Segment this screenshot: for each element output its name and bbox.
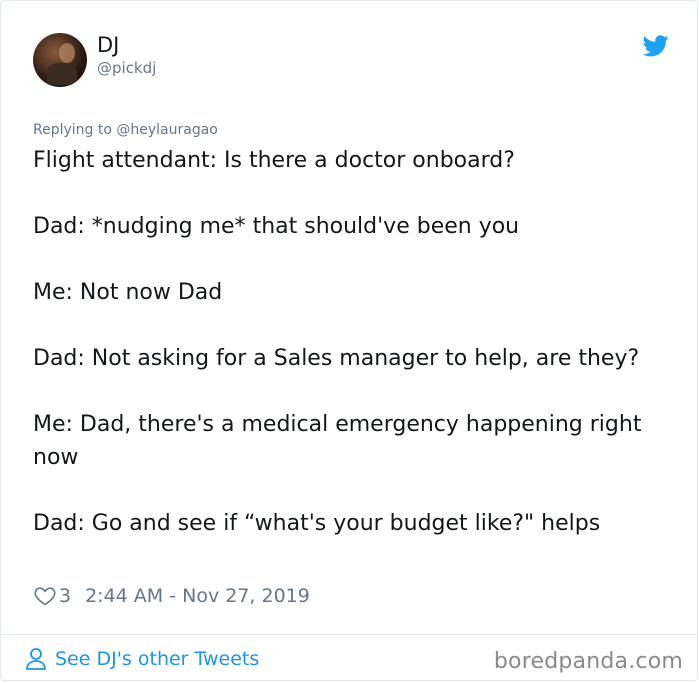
- tweet-line: Me: Dad, there's a medical emergency hap…: [33, 412, 642, 470]
- tweet-card: DJ @pickdj Replying to @heylauragao Flig…: [0, 0, 698, 681]
- tweet-line: Dad: *nudging me* that should've been yo…: [33, 214, 520, 239]
- person-outline-icon: [26, 648, 46, 670]
- replying-prefix: Replying to: [33, 122, 112, 138]
- tweet-text: Flight attendant: Is there a doctor onbo…: [33, 144, 673, 540]
- avatar-face-shape: [59, 43, 75, 63]
- twitter-bird-icon[interactable]: [643, 35, 669, 57]
- tweet-meta: 3 2:44 AM - Nov 27, 2019: [33, 583, 310, 609]
- tweet-line: Me: Not now Dad: [33, 280, 223, 305]
- boredpanda-watermark: boredpanda.com: [493, 649, 683, 674]
- tweet-line: Dad: Not asking for a Sales manager to h…: [33, 346, 640, 371]
- footer-divider: [1, 634, 697, 635]
- see-other-tweets-link[interactable]: See DJ's other Tweets: [25, 647, 259, 671]
- author-name[interactable]: DJ: [97, 33, 119, 57]
- tweet-timestamp[interactable]: 2:44 AM - Nov 27, 2019: [85, 585, 310, 607]
- like-count: 3: [59, 585, 72, 607]
- see-other-tweets-label: See DJ's other Tweets: [55, 648, 260, 670]
- replying-to: Replying to @heylauragao: [33, 121, 218, 139]
- author-handle[interactable]: @pickdj: [97, 59, 156, 77]
- replying-handle-link[interactable]: @heylauragao: [116, 122, 217, 138]
- avatar-body-shape: [47, 63, 77, 85]
- heart-outline-icon[interactable]: [33, 584, 57, 608]
- tweet-line: Dad: Go and see if “what's your budget l…: [33, 511, 601, 536]
- tweet-line: Flight attendant: Is there a doctor onbo…: [33, 148, 515, 173]
- author-avatar[interactable]: [33, 33, 87, 87]
